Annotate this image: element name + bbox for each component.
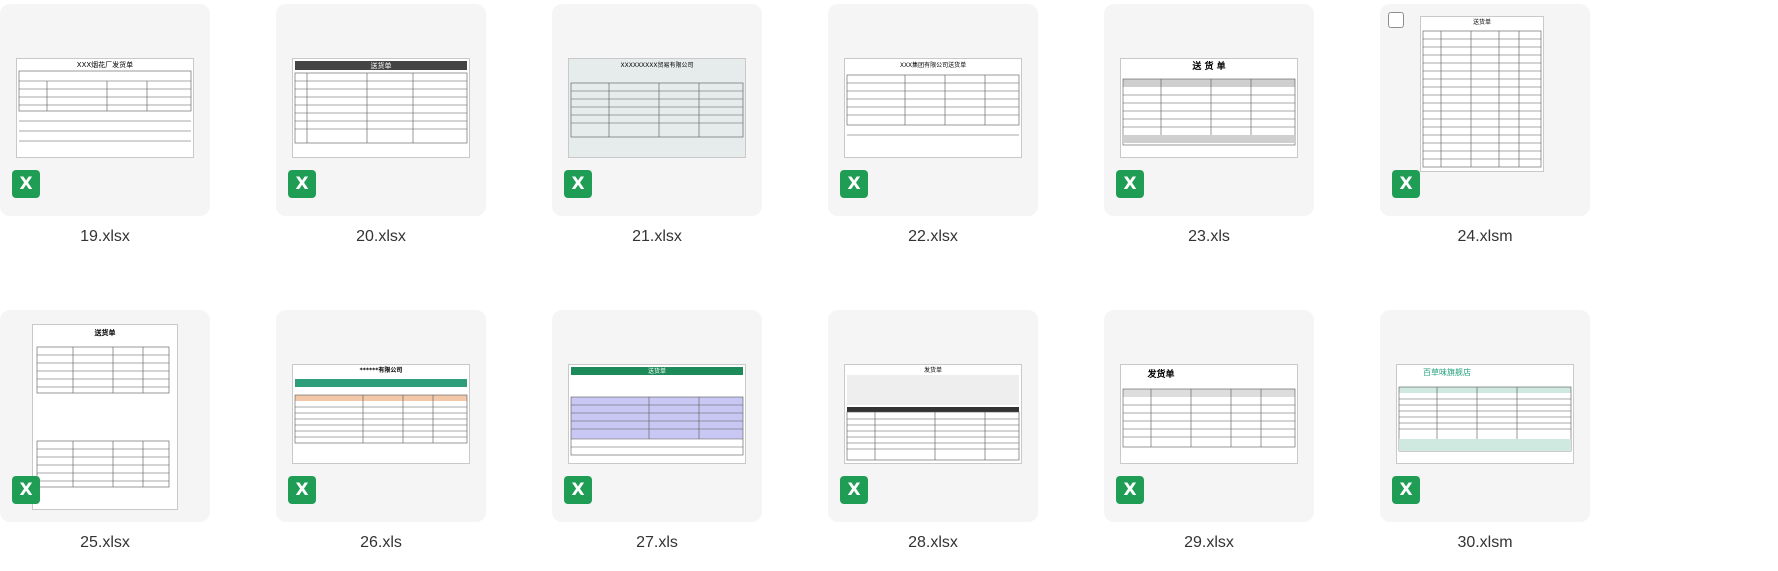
file-name-19[interactable]: 19.xlsx bbox=[0, 228, 210, 246]
excel-icon: X bbox=[288, 170, 316, 198]
excel-icon: X bbox=[840, 170, 868, 198]
thumb-title: 送货单 bbox=[1473, 18, 1491, 26]
excel-icon: X bbox=[12, 170, 40, 198]
thumbnail-23: 送 货 单 bbox=[1120, 58, 1298, 158]
file-name-28[interactable]: 28.xlsx bbox=[828, 534, 1038, 552]
thumbnail-20: 送货单 bbox=[292, 58, 470, 158]
file-name-24[interactable]: 24.xlsm bbox=[1380, 228, 1590, 246]
thumb-title: 送 货 单 bbox=[1191, 60, 1225, 72]
excel-icon: X bbox=[1116, 476, 1144, 504]
file-name-26[interactable]: 26.xls bbox=[276, 534, 486, 552]
file-card-21[interactable]: XXXXXXXXX贸易有限公司 X bbox=[552, 4, 762, 216]
file-card-20[interactable]: 送货单 X bbox=[276, 4, 486, 216]
excel-icon: X bbox=[1392, 170, 1420, 198]
thumbnail-29: 发货单 bbox=[1120, 364, 1298, 464]
file-card-23[interactable]: 送 货 单 X bbox=[1104, 4, 1314, 216]
thumbnail-27: 送货单 bbox=[568, 364, 746, 464]
excel-icon: X bbox=[840, 476, 868, 504]
thumbnail-21: XXXXXXXXX贸易有限公司 bbox=[568, 58, 746, 158]
thumbnail-30: 百草味旗舰店 bbox=[1396, 364, 1574, 464]
thumb-title: 发货单 bbox=[924, 366, 942, 374]
file-name-30[interactable]: 30.xlsm bbox=[1380, 534, 1590, 552]
thumb-title: XXX集团有限公司送货单 bbox=[900, 61, 966, 69]
thumbnail-19: XXX烟花厂发货单 bbox=[16, 58, 194, 158]
thumb-title: 送货单 bbox=[648, 367, 666, 375]
file-card-28[interactable]: 发货单 X bbox=[828, 310, 1038, 522]
excel-icon: X bbox=[564, 170, 592, 198]
thumbnail-25: 送货单 bbox=[32, 324, 178, 510]
file-name-27[interactable]: 27.xls bbox=[552, 534, 762, 552]
file-card-29[interactable]: 发货单 X bbox=[1104, 310, 1314, 522]
file-card-19[interactable]: XXX烟花厂发货单 X bbox=[0, 4, 210, 216]
thumb-title: ******有限公司 bbox=[360, 366, 403, 374]
file-card-30[interactable]: 百草味旗舰店 X bbox=[1380, 310, 1590, 522]
excel-icon: X bbox=[1392, 476, 1420, 504]
thumb-title: 发货单 bbox=[1146, 368, 1174, 380]
file-name-20[interactable]: 20.xlsx bbox=[276, 228, 486, 246]
excel-icon: X bbox=[288, 476, 316, 504]
file-card-24[interactable]: 送货单 X bbox=[1380, 4, 1590, 216]
file-name-23[interactable]: 23.xls bbox=[1104, 228, 1314, 246]
thumb-title: 百草味旗舰店 bbox=[1423, 367, 1471, 377]
file-name-21[interactable]: 21.xlsx bbox=[552, 228, 762, 246]
thumbnail-24: 送货单 bbox=[1420, 16, 1544, 172]
file-card-25[interactable]: 送货单 X bbox=[0, 310, 210, 522]
file-name-22[interactable]: 22.xlsx bbox=[828, 228, 1038, 246]
file-card-26[interactable]: ******有限公司 X bbox=[276, 310, 486, 522]
file-card-27[interactable]: 送货单 X bbox=[552, 310, 762, 522]
excel-icon: X bbox=[1116, 170, 1144, 198]
excel-icon: X bbox=[564, 476, 592, 504]
file-card-22[interactable]: XXX集团有限公司送货单 X bbox=[828, 4, 1038, 216]
file-name-29[interactable]: 29.xlsx bbox=[1104, 534, 1314, 552]
thumb-title: XXX烟花厂发货单 bbox=[77, 60, 133, 69]
thumb-title: 送货单 bbox=[371, 61, 392, 70]
file-grid: XXX烟花厂发货单 X 19.xlsx 送货单 X 20.xlsx XXXXXX… bbox=[0, 0, 1778, 571]
thumbnail-26: ******有限公司 bbox=[292, 364, 470, 464]
thumb-title: XXXXXXXXX贸易有限公司 bbox=[621, 61, 694, 69]
thumb-title: 送货单 bbox=[94, 328, 116, 337]
excel-icon: X bbox=[12, 476, 40, 504]
thumbnail-28: 发货单 bbox=[844, 364, 1022, 464]
thumbnail-22: XXX集团有限公司送货单 bbox=[844, 58, 1022, 158]
file-name-25[interactable]: 25.xlsx bbox=[0, 534, 210, 552]
select-checkbox[interactable] bbox=[1388, 12, 1404, 28]
